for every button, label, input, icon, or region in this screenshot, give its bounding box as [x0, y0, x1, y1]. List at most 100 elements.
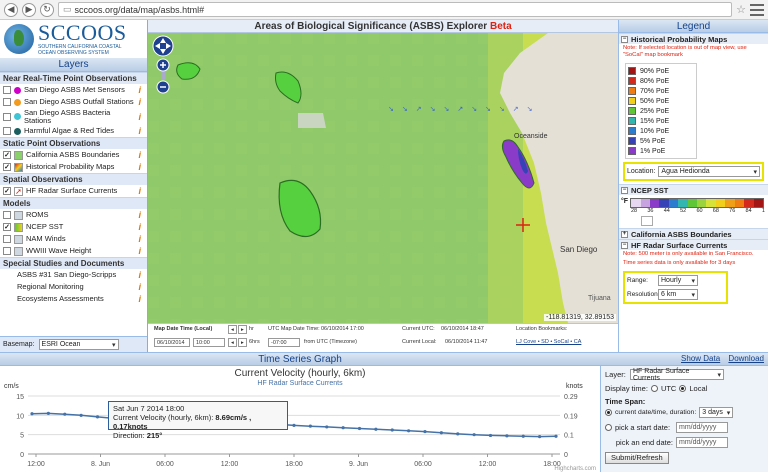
sccoos-logo[interactable]: SCCOOS SOUTHERN CALIFORNIA COASTAL OCEAN… [0, 20, 147, 58]
layer-wwiii[interactable]: WWIII Wave Height i [0, 245, 147, 257]
checkbox[interactable] [3, 112, 11, 121]
layer-nam[interactable]: NAM Winds i [0, 233, 147, 245]
step-6h-forward-button[interactable]: ▸ [238, 338, 247, 347]
bookmark-links[interactable]: LJ Cove • SD • SoCal • CA [516, 339, 581, 345]
data-point [341, 426, 345, 430]
info-icon[interactable]: i [138, 126, 141, 136]
checkbox[interactable] [3, 86, 11, 94]
legend-group-ncep[interactable]: − NCEP SST [619, 184, 768, 195]
doc-eco[interactable]: Ecosystems Assessments i [0, 293, 147, 305]
checkbox[interactable] [3, 247, 11, 255]
start-radio[interactable] [605, 424, 612, 431]
collapse-toggle-icon[interactable]: − [621, 186, 628, 194]
timeseries-chart[interactable]: Current Velocity (hourly, 6km) HF Radar S… [0, 366, 600, 472]
info-icon[interactable]: i [138, 210, 141, 220]
layer-hpm[interactable]: Historical Probability Maps i [0, 161, 147, 173]
zoom-out-icon[interactable] [156, 80, 170, 94]
layer-roms[interactable]: ROMS i [0, 209, 147, 221]
zoom-slider[interactable] [161, 72, 165, 80]
display-time-label: Display time: [605, 384, 648, 393]
basemap-label: Basemap: [3, 341, 35, 348]
timezone-select[interactable]: -07:00 [268, 338, 300, 347]
reload-icon[interactable]: ↻ [40, 2, 54, 17]
pan-control-icon[interactable] [152, 35, 174, 57]
submit-refresh-button[interactable]: Submit/Refresh [605, 452, 669, 464]
layer-hab[interactable]: Harmful Algae & Red Tides i [0, 125, 147, 137]
local-radio[interactable] [679, 385, 687, 392]
step-forward-button[interactable]: ▸ [238, 325, 247, 334]
map-date-input[interactable]: 06/10/2014 [154, 338, 190, 347]
resolution-select[interactable]: 6 km [658, 289, 698, 300]
location-select[interactable]: Agua Hedionda [658, 166, 760, 177]
checkbox-checked[interactable] [3, 151, 11, 159]
chart-tooltip: Sat Jun 7 2014 18:00 Current Velocity (h… [108, 401, 288, 440]
y-tick-label: 0 [20, 452, 24, 459]
checkbox[interactable] [3, 235, 11, 243]
checkbox[interactable] [3, 127, 11, 135]
address-bar[interactable]: ▭ sccoos.org/data/map/asbs.html# [58, 2, 733, 17]
layer-ncep[interactable]: NCEP SST i [0, 221, 147, 233]
show-data-link[interactable]: Show Data [681, 354, 720, 363]
info-icon[interactable]: i [138, 150, 141, 160]
met-dot-icon [14, 86, 21, 94]
timeseries-title: Time Series Graph [258, 354, 342, 365]
info-icon[interactable]: i [138, 294, 141, 304]
legend-group-hpm[interactable]: − Historical Probability Maps [619, 33, 768, 44]
poe-swatch [628, 147, 636, 155]
step-6h-back-button[interactable]: ◂ [228, 338, 237, 347]
data-point [95, 415, 100, 419]
basemap-select[interactable]: ESRI Ocean [38, 339, 119, 350]
step-back-button[interactable]: ◂ [228, 325, 237, 334]
duration-select[interactable]: 3 days [699, 407, 734, 418]
expand-toggle-icon[interactable]: + [621, 230, 628, 238]
info-icon[interactable]: i [138, 112, 141, 122]
info-icon[interactable]: i [138, 246, 141, 256]
doc-asbs31[interactable]: ASBS #31 San Diego-Scripps i [0, 269, 147, 281]
hf-note: Note: 500 meter is only available in San… [623, 251, 754, 257]
page-icon: ▭ [63, 4, 72, 14]
end-date-input[interactable]: mm/dd/yyyy [676, 437, 728, 448]
checkbox-checked[interactable] [3, 163, 11, 171]
current-radio[interactable] [605, 409, 612, 416]
info-icon[interactable]: i [138, 97, 141, 107]
checkbox[interactable] [3, 98, 11, 106]
y-tick-label-right: 0.1 [564, 433, 574, 440]
layer-outfall[interactable]: San Diego ASBS Outfall Stations i [0, 96, 147, 108]
collapse-toggle-icon[interactable]: − [621, 35, 628, 43]
layer-bacteria[interactable]: San Diego ASBS Bacteria Stations i [0, 108, 147, 125]
browser-menu-icon[interactable] [750, 3, 764, 16]
legend-group-hfradar[interactable]: − HF Radar Surface Currents [619, 239, 768, 250]
info-icon[interactable]: i [138, 162, 141, 172]
back-button[interactable]: ◀ [4, 2, 18, 17]
poe-label: 5% PoE [640, 137, 666, 145]
layer-boundaries[interactable]: California ASBS Boundaries i [0, 149, 147, 161]
zoom-in-icon[interactable] [156, 58, 170, 72]
map-canvas[interactable]: ↘↘↗↘↘↗↘↘↘↗↘↘↗↘↘↘↗↘↘↗↘↘↘↗↘↘↗↘↘↘↗↘↘↗↘↘↘↗↘↘… [148, 33, 618, 323]
collapse-toggle-icon[interactable]: − [621, 241, 628, 249]
info-icon[interactable]: i [138, 234, 141, 244]
map-time-select[interactable]: 10:00 [193, 338, 225, 347]
utc-radio[interactable] [650, 385, 658, 392]
info-icon[interactable]: i [138, 85, 141, 95]
legend-group-boundaries[interactable]: + California ASBS Boundaries [619, 228, 768, 239]
map-layers [148, 33, 618, 323]
checkbox-checked[interactable] [3, 187, 11, 195]
checkbox-checked[interactable] [3, 223, 11, 231]
info-icon[interactable]: i [138, 270, 141, 280]
info-icon[interactable]: i [138, 282, 141, 292]
layer-met-sensors[interactable]: San Diego ASBS Met Sensors i [0, 84, 147, 96]
layer-select[interactable]: HF Radar Surface Currents [630, 368, 724, 382]
doc-regional[interactable]: Regional Monitoring i [0, 281, 147, 293]
layer-hfradar[interactable]: ➚ HF Radar Surface Currents i [0, 185, 147, 197]
start-date-input[interactable]: mm/dd/yyyy [676, 422, 728, 433]
info-icon[interactable]: i [138, 222, 141, 232]
data-point [472, 433, 476, 437]
download-link[interactable]: Download [728, 354, 764, 363]
checkbox[interactable] [3, 211, 11, 219]
range-select[interactable]: Hourly [658, 275, 698, 286]
info-icon[interactable]: i [138, 186, 141, 196]
section-models: Models [0, 197, 147, 209]
ncep-swatch-icon [14, 222, 23, 232]
forward-button[interactable]: ▶ [22, 2, 36, 17]
bookmark-star-icon[interactable]: ☆ [736, 3, 746, 16]
